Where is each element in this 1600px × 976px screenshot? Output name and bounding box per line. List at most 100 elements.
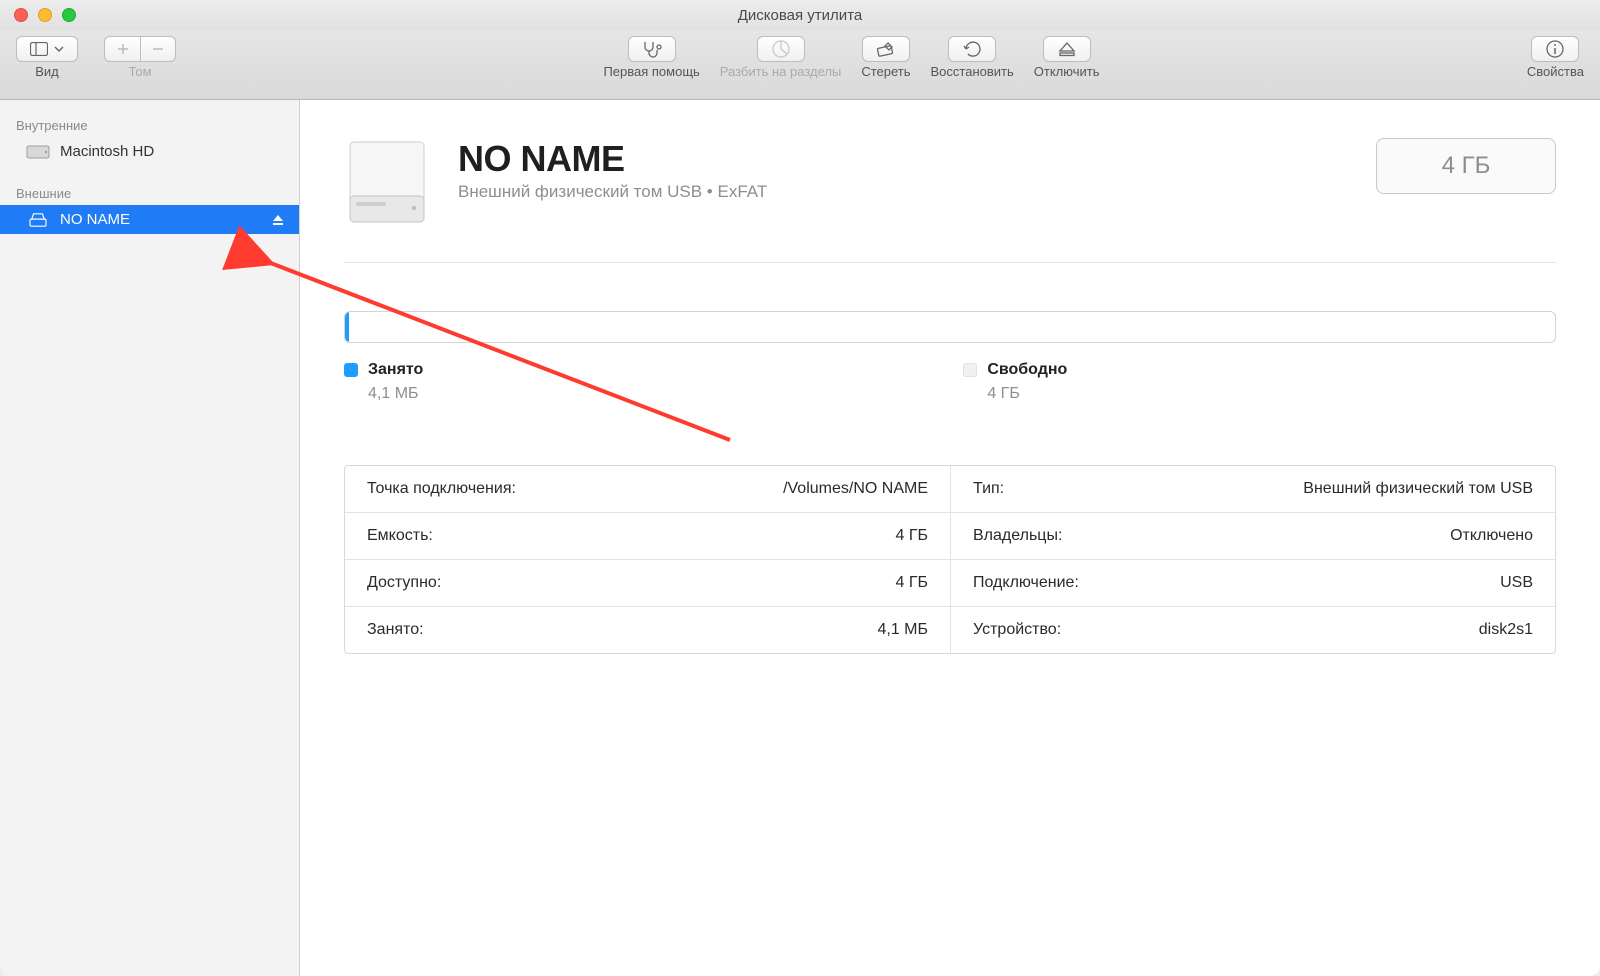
info-label: Свойства bbox=[1527, 64, 1584, 79]
detail-mount-point: Точка подключения: /Volumes/NO NAME bbox=[345, 466, 950, 513]
content-pane: NO NAME Внешний физический том USB • ExF… bbox=[300, 100, 1600, 976]
pie-icon bbox=[771, 39, 791, 59]
restore-button[interactable] bbox=[948, 36, 996, 62]
add-volume-button[interactable] bbox=[104, 36, 140, 62]
details-table: Точка подключения: /Volumes/NO NAME Тип:… bbox=[344, 465, 1556, 654]
plus-icon bbox=[117, 43, 129, 55]
detail-key: Устройство: bbox=[973, 621, 1061, 639]
remove-volume-button[interactable] bbox=[140, 36, 176, 62]
unmount-tool: Отключить bbox=[1034, 36, 1100, 79]
usage-section: Занято 4,1 МБ Свободно 4 ГБ bbox=[344, 311, 1556, 403]
usage-legend: Занято 4,1 МБ Свободно 4 ГБ bbox=[344, 361, 1556, 403]
eraser-icon bbox=[875, 40, 897, 58]
volume-title-block: NO NAME Внешний физический том USB • ExF… bbox=[458, 138, 767, 202]
detail-used: Занято: 4,1 МБ bbox=[345, 607, 950, 653]
detail-value: /Volumes/NO NAME bbox=[783, 480, 928, 498]
minus-icon bbox=[152, 43, 164, 55]
usage-bar bbox=[344, 311, 1556, 343]
volume-subtitle: Внешний физический том USB • ExFAT bbox=[458, 182, 767, 202]
eject-icon bbox=[1058, 41, 1076, 57]
volume-header: NO NAME Внешний физический том USB • ExF… bbox=[344, 138, 1556, 263]
legend-free-value: 4 ГБ bbox=[963, 385, 1067, 403]
eject-icon bbox=[271, 214, 285, 226]
eject-volume-button[interactable] bbox=[271, 214, 285, 226]
legend-used: Занято 4,1 МБ bbox=[344, 361, 423, 403]
detail-key: Емкость: bbox=[367, 527, 433, 545]
app-body: Внутренние Macintosh HD Внешние NO NAME bbox=[0, 100, 1600, 976]
restore-label: Восстановить bbox=[931, 64, 1014, 79]
view-label: Вид bbox=[35, 64, 59, 79]
sidebar-item-label: NO NAME bbox=[60, 211, 130, 228]
detail-available: Доступно: 4 ГБ bbox=[345, 560, 950, 607]
legend-used-value: 4,1 МБ bbox=[344, 385, 423, 403]
detail-key: Занято: bbox=[367, 621, 424, 639]
legend-used-swatch bbox=[344, 363, 358, 377]
maximize-button[interactable] bbox=[62, 8, 76, 22]
detail-type: Тип: Внешний физический том USB bbox=[950, 466, 1555, 513]
sidebar-external-header: Внешние bbox=[0, 180, 299, 205]
view-tool-group: Вид bbox=[16, 36, 78, 79]
volume-size-value: 4 ГБ bbox=[1442, 152, 1491, 180]
legend-free-swatch bbox=[963, 363, 977, 377]
detail-value: USB bbox=[1500, 574, 1533, 592]
toolbar: Вид Том Первая помощь bbox=[0, 30, 1600, 100]
erase-tool: Стереть bbox=[861, 36, 910, 79]
detail-key: Владельцы: bbox=[973, 527, 1062, 545]
window-controls bbox=[0, 8, 76, 22]
titlebar: Дисковая утилита bbox=[0, 0, 1600, 30]
unmount-button[interactable] bbox=[1043, 36, 1091, 62]
app-window: Дисковая утилита Вид bbox=[0, 0, 1600, 976]
detail-key: Доступно: bbox=[367, 574, 441, 592]
legend-free: Свободно 4 ГБ bbox=[963, 361, 1067, 403]
erase-button[interactable] bbox=[862, 36, 910, 62]
detail-connection: Подключение: USB bbox=[950, 560, 1555, 607]
partition-label: Разбить на разделы bbox=[720, 64, 842, 79]
usage-bar-used-fill bbox=[345, 312, 349, 342]
first-aid-tool: Первая помощь bbox=[603, 36, 699, 79]
window-title: Дисковая утилита bbox=[0, 7, 1600, 24]
sidebar: Внутренние Macintosh HD Внешние NO NAME bbox=[0, 100, 300, 976]
detail-value: Отключено bbox=[1450, 527, 1533, 545]
detail-owners: Владельцы: Отключено bbox=[950, 513, 1555, 560]
legend-used-label: Занято bbox=[368, 361, 423, 379]
first-aid-label: Первая помощь bbox=[603, 64, 699, 79]
detail-value: disk2s1 bbox=[1479, 621, 1533, 639]
detail-value: 4 ГБ bbox=[895, 527, 928, 545]
stethoscope-icon bbox=[641, 40, 663, 58]
info-icon bbox=[1545, 39, 1565, 59]
detail-value: Внешний физический том USB bbox=[1303, 480, 1533, 498]
sidebar-item-macintosh-hd[interactable]: Macintosh HD bbox=[0, 137, 299, 166]
chevron-down-icon bbox=[54, 46, 64, 52]
volume-drive-icon bbox=[344, 138, 430, 232]
minimize-button[interactable] bbox=[38, 8, 52, 22]
info-button[interactable] bbox=[1531, 36, 1579, 62]
volume-label: Том bbox=[128, 64, 151, 79]
volume-name: NO NAME bbox=[458, 138, 767, 180]
restore-tool: Восстановить bbox=[931, 36, 1014, 79]
external-drive-icon bbox=[26, 212, 50, 228]
close-button[interactable] bbox=[14, 8, 28, 22]
legend-free-label: Свободно bbox=[987, 361, 1067, 379]
volume-size-badge: 4 ГБ bbox=[1376, 138, 1556, 194]
volume-tool-group: Том bbox=[104, 36, 176, 79]
restore-icon bbox=[962, 40, 982, 58]
detail-key: Точка подключения: bbox=[367, 480, 516, 498]
partition-button[interactable] bbox=[757, 36, 805, 62]
sidebar-icon bbox=[30, 42, 48, 56]
detail-capacity: Емкость: 4 ГБ bbox=[345, 513, 950, 560]
detail-key: Тип: bbox=[973, 480, 1004, 498]
detail-device: Устройство: disk2s1 bbox=[950, 607, 1555, 653]
info-tool: Свойства bbox=[1527, 36, 1584, 79]
detail-key: Подключение: bbox=[973, 574, 1079, 592]
unmount-label: Отключить bbox=[1034, 64, 1100, 79]
erase-label: Стереть bbox=[861, 64, 910, 79]
partition-tool: Разбить на разделы bbox=[720, 36, 842, 79]
first-aid-button[interactable] bbox=[628, 36, 676, 62]
sidebar-item-no-name[interactable]: NO NAME bbox=[0, 205, 299, 234]
detail-value: 4,1 МБ bbox=[877, 621, 928, 639]
detail-value: 4 ГБ bbox=[895, 574, 928, 592]
hard-drive-icon bbox=[26, 144, 50, 160]
sidebar-internal-header: Внутренние bbox=[0, 112, 299, 137]
sidebar-item-label: Macintosh HD bbox=[60, 143, 154, 160]
view-mode-button[interactable] bbox=[16, 36, 78, 62]
